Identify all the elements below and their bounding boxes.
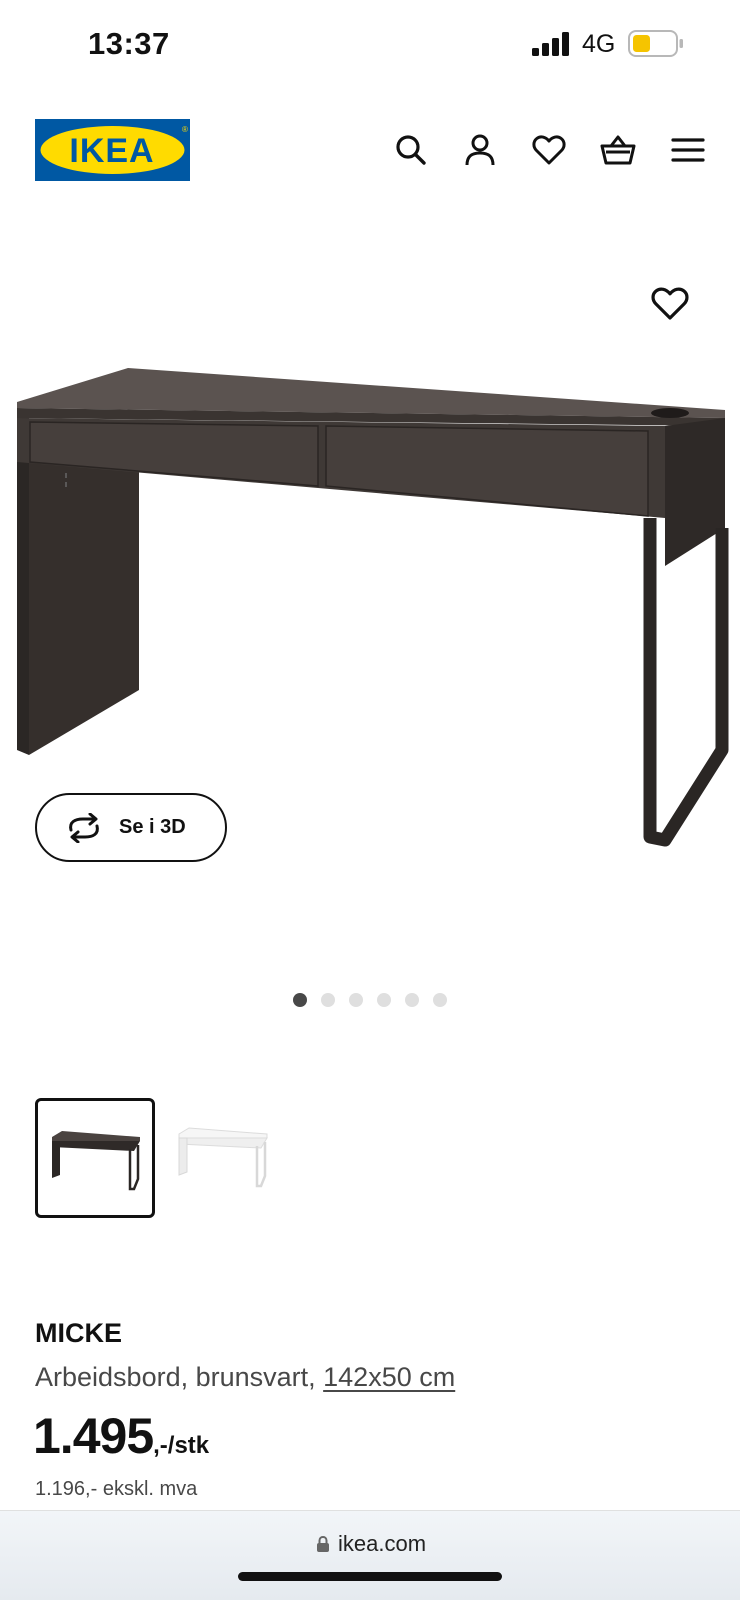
menu-icon[interactable] — [670, 132, 706, 168]
add-to-wishlist-icon[interactable] — [650, 284, 690, 324]
site-header: IKEA ® — [0, 110, 740, 190]
price-excl-vat: 1.196,- ekskl. mva — [35, 1478, 198, 1500]
product-dimensions-link[interactable]: 142x50 cm — [323, 1362, 455, 1392]
variant-thumbnail-hvit[interactable] — [165, 1098, 285, 1218]
view-3d-label: Se i 3D — [119, 816, 186, 838]
carousel-dot[interactable] — [349, 993, 363, 1007]
variant-thumbnail-brunsvart[interactable] — [35, 1098, 155, 1218]
ikea-logo[interactable]: IKEA ® — [35, 119, 190, 181]
status-bar: 13:37 4G — [0, 0, 740, 90]
variant-image-brunsvart — [52, 1131, 140, 1191]
price-amount: 1.495 — [33, 1408, 154, 1464]
product-name: MICKE — [35, 1318, 122, 1348]
wishlist-icon[interactable] — [531, 132, 567, 168]
search-icon[interactable] — [393, 132, 429, 168]
carousel-dot[interactable] — [377, 993, 391, 1007]
network-type: 4G — [582, 30, 616, 58]
battery-icon — [628, 30, 683, 57]
view-3d-button[interactable]: Se i 3D — [35, 793, 227, 862]
lock-icon — [317, 1535, 329, 1552]
product-price: 1.495,-/stk — [33, 1407, 209, 1465]
home-indicator[interactable] — [238, 1572, 502, 1581]
svg-text:®: ® — [182, 125, 188, 134]
variant-image-hvit — [178, 1127, 268, 1188]
product-description: Arbeidsbord, brunsvart, 142x50 cm — [35, 1362, 455, 1393]
carousel-dot[interactable] — [405, 993, 419, 1007]
carousel-dot[interactable] — [293, 993, 307, 1007]
product-type-color: Arbeidsbord, brunsvart, — [35, 1362, 324, 1392]
carousel-dot[interactable] — [433, 993, 447, 1007]
rotate-3d-icon — [69, 813, 99, 843]
svg-text:IKEA: IKEA — [69, 132, 154, 170]
browser-url-bar[interactable]: ikea.com — [0, 1510, 740, 1600]
carousel-dot[interactable] — [321, 993, 335, 1007]
price-suffix: ,-/stk — [153, 1432, 210, 1459]
signal-icon — [532, 32, 569, 56]
url-text: ikea.com — [338, 1531, 427, 1556]
account-icon[interactable] — [462, 132, 498, 168]
basket-icon[interactable] — [600, 132, 636, 168]
product-image-desk — [17, 368, 729, 847]
status-time: 13:37 — [88, 26, 170, 61]
